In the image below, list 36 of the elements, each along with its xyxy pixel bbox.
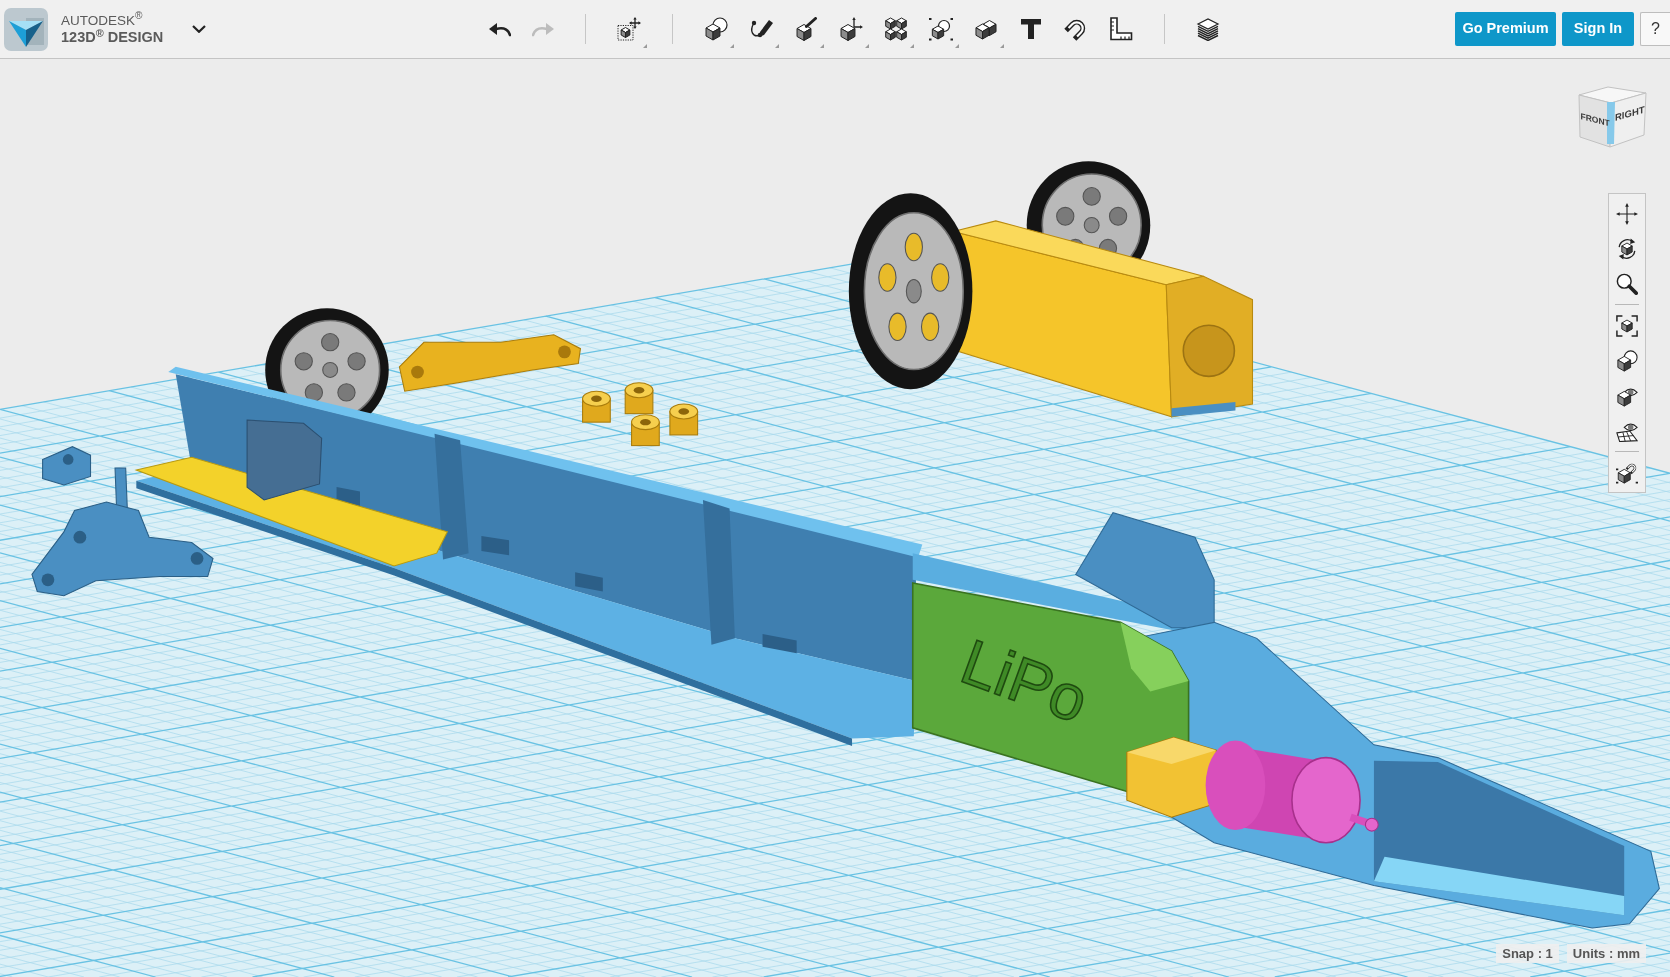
logo-icon <box>4 7 48 51</box>
four-cubes-icon <box>884 17 908 41</box>
small-part <box>42 446 92 486</box>
chevron-down-icon <box>192 25 206 33</box>
undo-arrow-icon <box>489 21 511 37</box>
stacked-sheets-icon <box>1196 17 1220 41</box>
help-button[interactable]: ? <box>1640 12 1670 46</box>
cube-axes-icon <box>839 17 863 41</box>
ruler-icon <box>1109 17 1133 41</box>
mount-block <box>481 536 510 556</box>
view-cube[interactable] <box>1578 86 1647 148</box>
cube-rotate-arrows-icon <box>1616 237 1638 260</box>
cube-brackets-icon <box>1616 314 1638 337</box>
merged-cubes-icon <box>974 17 998 41</box>
magnet-icon <box>1064 17 1088 41</box>
spacer <box>669 403 699 436</box>
cube-sphere-icon <box>1616 349 1638 372</box>
spacer <box>624 382 654 415</box>
brand-name: AUTODESK$^{®}$ <box>61 13 144 27</box>
spacer <box>582 390 611 423</box>
cube-magnet-icon <box>1616 461 1638 484</box>
cube-move-icon <box>617 17 641 41</box>
magnifier-icon <box>1616 272 1638 295</box>
spacer <box>631 414 660 447</box>
product-name: 123D$^{®}$ DESIGN <box>61 30 165 45</box>
four-arrows-icon <box>1616 202 1638 225</box>
letter-t-icon <box>1019 17 1043 41</box>
mount-block <box>575 572 603 592</box>
cube-pencil-icon <box>794 17 818 41</box>
redo-arrow-icon <box>532 21 554 37</box>
mount-block <box>762 634 797 654</box>
snap-setting: Snap : 1 <box>1496 944 1559 963</box>
cube-sphere-icon <box>704 17 728 41</box>
battery-label: LiPo <box>952 625 1098 737</box>
cube-sphere-dots-icon <box>929 17 953 41</box>
units-setting: Units : mm <box>1566 944 1646 963</box>
